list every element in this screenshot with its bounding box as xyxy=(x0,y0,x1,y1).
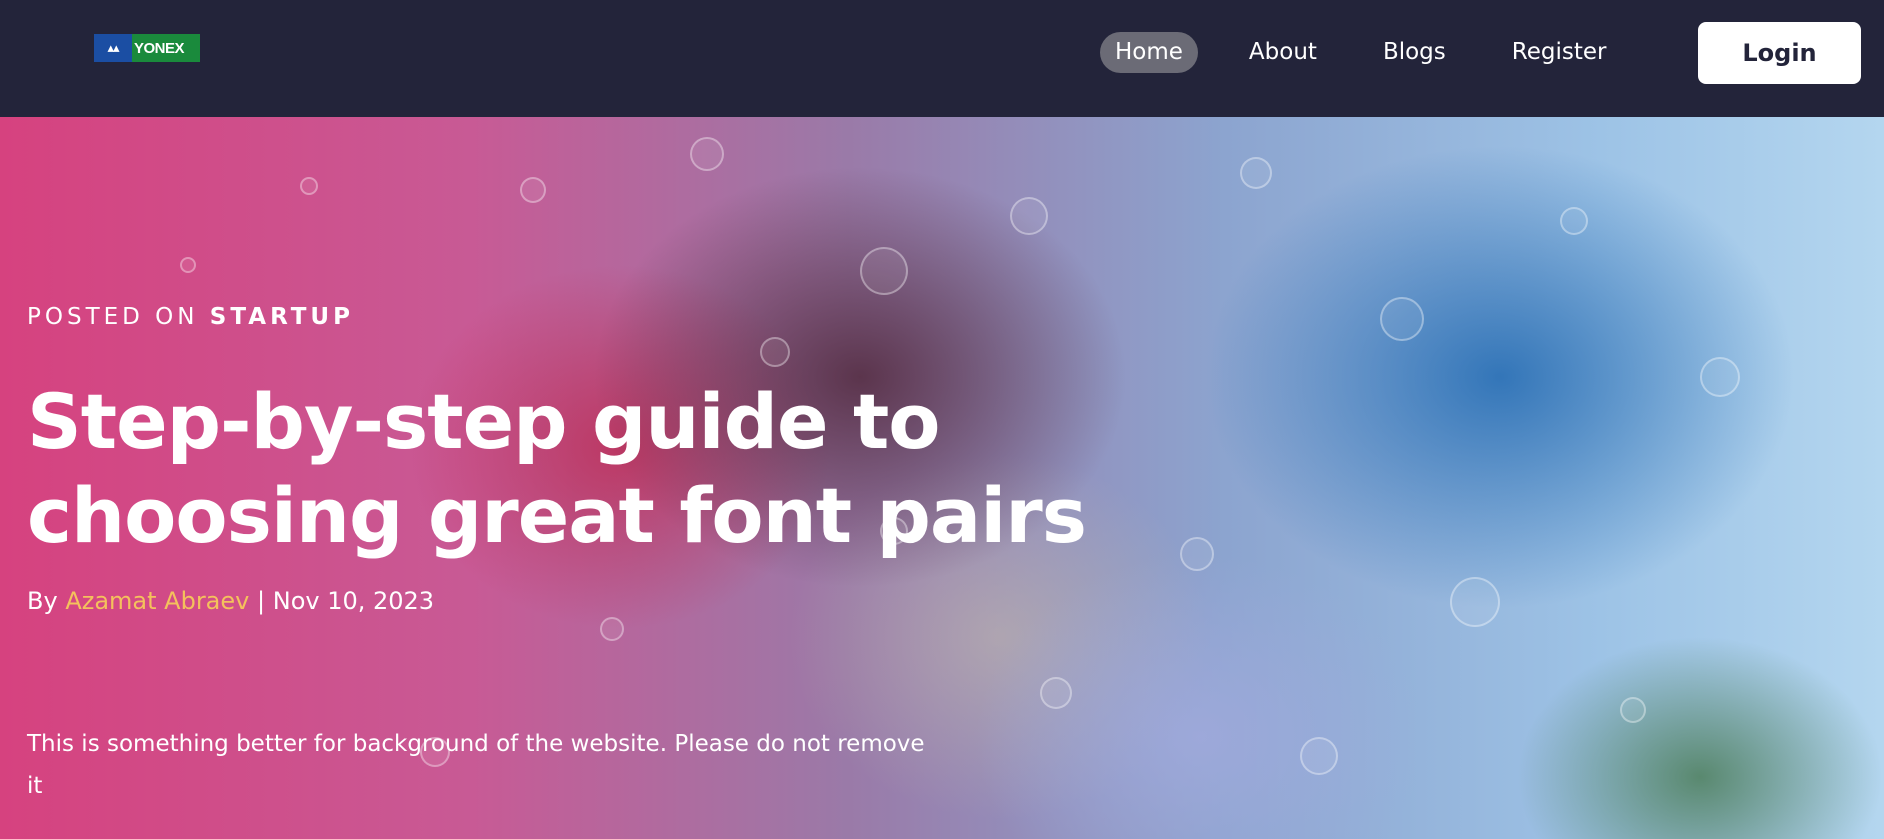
bubble xyxy=(1040,677,1072,709)
bubble xyxy=(1240,157,1272,189)
bubble xyxy=(300,177,318,195)
category-link[interactable]: STARTUP xyxy=(210,304,354,330)
bubble xyxy=(1380,297,1424,341)
nav-links: Home About Blogs Register xyxy=(1100,32,1657,73)
bubble xyxy=(1560,207,1588,235)
byline-separator: | xyxy=(257,587,266,615)
bubble xyxy=(1620,697,1646,723)
navbar: ▴▴ YONEX Home About Blogs Register Login xyxy=(0,0,1884,117)
post-title: Step-by-step guide to choosing great fon… xyxy=(27,377,1087,560)
logo-mark: ▴▴ xyxy=(94,34,132,62)
bubble xyxy=(600,617,624,641)
bubble xyxy=(520,177,546,203)
bubble xyxy=(690,137,724,171)
post-byline: By Azamat Abraev | Nov 10, 2023 xyxy=(27,587,434,615)
bubble xyxy=(1450,577,1500,627)
nav-link-about[interactable]: About xyxy=(1234,32,1332,73)
byline-prefix: By xyxy=(27,587,58,615)
nav-link-register[interactable]: Register xyxy=(1497,32,1622,73)
bubble xyxy=(180,257,196,273)
background-note: This is something better for background … xyxy=(27,731,925,799)
post-date: Nov 10, 2023 xyxy=(272,587,435,615)
login-button[interactable]: Login xyxy=(1698,22,1861,84)
posted-on-prefix: POSTED ON xyxy=(27,304,199,330)
author-link[interactable]: Azamat Abraev xyxy=(65,587,249,615)
bubble xyxy=(760,337,790,367)
bubble xyxy=(1700,357,1740,397)
bubble xyxy=(1010,197,1048,235)
posted-on-label: POSTED ON STARTUP xyxy=(27,304,354,330)
logo-text: YONEX xyxy=(132,34,200,62)
yonex-logo-icon[interactable]: ▴▴ YONEX xyxy=(94,34,200,62)
hero-section: POSTED ON STARTUP Step-by-step guide to … xyxy=(0,117,1884,839)
bubble xyxy=(860,247,908,295)
bubble xyxy=(1300,737,1338,775)
nav-link-home[interactable]: Home xyxy=(1100,32,1198,73)
nav-link-blogs[interactable]: Blogs xyxy=(1368,32,1461,73)
